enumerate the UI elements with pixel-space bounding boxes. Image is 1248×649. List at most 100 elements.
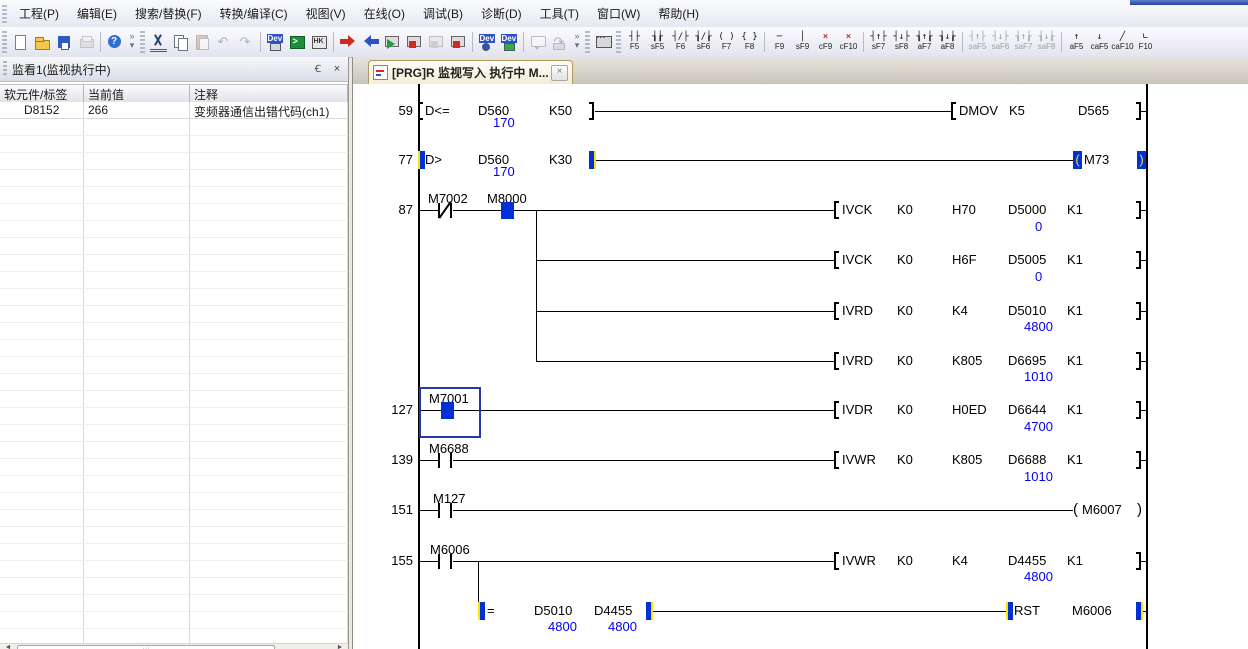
close-icon[interactable]: × bbox=[329, 62, 345, 77]
instruction-text[interactable]: H0ED bbox=[952, 402, 987, 417]
watch-empty-row[interactable] bbox=[0, 221, 348, 238]
instruction-text[interactable]: = bbox=[487, 603, 495, 618]
instruction-text[interactable]: IVWR bbox=[842, 553, 876, 568]
parallel-rising-pulse-button[interactable]: ┧↑┟aF7 bbox=[913, 29, 936, 55]
toolbar-grip[interactable] bbox=[2, 31, 7, 53]
delete-vertical-line-button[interactable]: ×cF10 bbox=[837, 29, 860, 55]
instruction-text[interactable]: IVWR bbox=[842, 452, 876, 467]
watch-empty-row[interactable] bbox=[0, 340, 348, 357]
instruction-text[interactable]: K1 bbox=[1067, 402, 1083, 417]
watch-empty-row[interactable] bbox=[0, 238, 348, 255]
watch-empty-row[interactable] bbox=[0, 459, 348, 476]
toolbar-grip[interactable] bbox=[585, 31, 590, 53]
device-display-button[interactable] bbox=[264, 30, 286, 54]
contact-energized[interactable] bbox=[501, 202, 514, 219]
help-button[interactable] bbox=[104, 30, 126, 54]
contact-bar[interactable] bbox=[438, 503, 440, 518]
instruction-text[interactable]: K0 bbox=[897, 553, 913, 568]
copy-button[interactable] bbox=[169, 30, 191, 54]
watch-cell-value[interactable]: 266 bbox=[84, 102, 190, 118]
pin-icon[interactable]: Ꞓ bbox=[310, 62, 326, 77]
watch-empty-row[interactable] bbox=[0, 629, 348, 643]
monitor-start-button[interactable] bbox=[381, 30, 403, 54]
read-plc-button[interactable] bbox=[359, 30, 381, 54]
contact-bar[interactable] bbox=[438, 554, 440, 569]
watch-empty-row[interactable] bbox=[0, 578, 348, 595]
watch-grip[interactable] bbox=[3, 61, 7, 77]
instruction-text[interactable]: K0 bbox=[897, 452, 913, 467]
instruction-text[interactable]: K4 bbox=[952, 553, 968, 568]
watch-empty-row[interactable] bbox=[0, 544, 348, 561]
watch-cell-comment[interactable]: 变频器通信出错代码(ch1) bbox=[190, 102, 348, 118]
watch-empty-row[interactable] bbox=[0, 204, 348, 221]
watch-empty-row[interactable] bbox=[0, 612, 348, 629]
instruction-close-bracket[interactable] bbox=[1136, 451, 1141, 469]
ladder-canvas[interactable]: 597787127139151155M7002M8000M7001M6688M1… bbox=[353, 84, 1248, 649]
instruction-open-bracket[interactable] bbox=[834, 251, 839, 269]
coil-close-paren[interactable]: ) bbox=[1137, 151, 1146, 169]
toolbar-grip[interactable] bbox=[616, 31, 621, 53]
menu-item-8[interactable]: 诊断(D) bbox=[472, 1, 531, 26]
instruction-close-bracket[interactable] bbox=[1136, 251, 1141, 269]
coil-name[interactable]: M6007 bbox=[1082, 502, 1122, 517]
watch-empty-row[interactable] bbox=[0, 357, 348, 374]
instruction-open-bracket[interactable] bbox=[834, 201, 839, 219]
contact-bar[interactable] bbox=[438, 453, 440, 468]
instruction-text[interactable]: IVCK bbox=[842, 202, 872, 217]
parallel-falling-pulse-button[interactable]: ┧↓┟aF8 bbox=[936, 29, 959, 55]
watch-empty-row[interactable] bbox=[0, 289, 348, 306]
open-project-button[interactable] bbox=[31, 30, 53, 54]
application-instruction-button[interactable]: { }F8 bbox=[738, 29, 761, 55]
device-edit-button[interactable] bbox=[498, 30, 520, 54]
parallel-closed-contact-button[interactable]: ┧/┟sF6 bbox=[692, 29, 715, 55]
instruction-text[interactable]: K1 bbox=[1067, 303, 1083, 318]
pulse-down-button[interactable]: ↓caF5 bbox=[1088, 29, 1111, 55]
instruction-text[interactable]: K1 bbox=[1067, 252, 1083, 267]
instruction-text[interactable]: K805 bbox=[952, 452, 982, 467]
instruction-text[interactable]: D6688 bbox=[1008, 452, 1046, 467]
instruction-open-bracket[interactable] bbox=[478, 602, 485, 620]
instruction-text[interactable]: K50 bbox=[549, 103, 572, 118]
instruction-open-bracket[interactable] bbox=[834, 552, 839, 570]
write-plc-button[interactable] bbox=[337, 30, 359, 54]
watch-empty-row[interactable] bbox=[0, 561, 348, 578]
menu-item-10[interactable]: 窗口(W) bbox=[588, 1, 649, 26]
instruction-close-bracket[interactable] bbox=[1136, 602, 1143, 620]
watch-empty-row[interactable] bbox=[0, 476, 348, 493]
instruction-text[interactable]: K805 bbox=[952, 353, 982, 368]
watch-empty-row[interactable] bbox=[0, 442, 348, 459]
instruction-text[interactable]: H70 bbox=[952, 202, 976, 217]
instruction-text[interactable]: K1 bbox=[1067, 452, 1083, 467]
menu-item-3[interactable]: 搜索/替换(F) bbox=[126, 1, 211, 26]
instruction-text[interactable]: K1 bbox=[1067, 353, 1083, 368]
watch-empty-row[interactable] bbox=[0, 323, 348, 340]
instruction-close-bracket[interactable] bbox=[1136, 401, 1141, 419]
menu-item-7[interactable]: 调试(B) bbox=[414, 1, 472, 26]
instruction-close-bracket[interactable] bbox=[1136, 102, 1141, 120]
coil-name[interactable]: M73 bbox=[1084, 152, 1109, 167]
instruction-text[interactable]: IVRD bbox=[842, 353, 873, 368]
new-file-button[interactable] bbox=[9, 30, 31, 54]
instruction-text[interactable]: H6F bbox=[952, 252, 977, 267]
instruction-text[interactable]: K30 bbox=[549, 152, 572, 167]
menu-item-2[interactable]: 编辑(E) bbox=[68, 1, 126, 26]
device-batch-button[interactable] bbox=[308, 30, 330, 54]
menu-item-6[interactable]: 在线(O) bbox=[355, 1, 414, 26]
monitor-stop-button[interactable] bbox=[447, 30, 469, 54]
contact-bar[interactable] bbox=[450, 453, 452, 468]
invert-result-button[interactable]: ╱caF10 bbox=[1111, 29, 1134, 55]
coil-close-paren[interactable]: ) bbox=[1137, 501, 1142, 518]
open-contact-button[interactable]: ┤├F5 bbox=[623, 29, 646, 55]
instruction-text[interactable]: K0 bbox=[897, 353, 913, 368]
instruction-text[interactable]: IVRD bbox=[842, 303, 873, 318]
instruction-open-bracket[interactable] bbox=[834, 401, 839, 419]
device-dot-button[interactable] bbox=[476, 30, 498, 54]
delete-horizontal-line-button[interactable]: ×cF9 bbox=[814, 29, 837, 55]
watch-row[interactable]: D8152266变频器通信出错代码(ch1) bbox=[0, 102, 348, 119]
menu-item-9[interactable]: 工具(T) bbox=[531, 1, 588, 26]
watch-column-header-3[interactable]: 注释 bbox=[190, 85, 348, 102]
instruction-text[interactable]: D5010 bbox=[1008, 303, 1046, 318]
watch-empty-row[interactable] bbox=[0, 136, 348, 153]
watch-empty-row[interactable] bbox=[0, 595, 348, 612]
instruction-text[interactable]: D<= bbox=[425, 103, 450, 118]
